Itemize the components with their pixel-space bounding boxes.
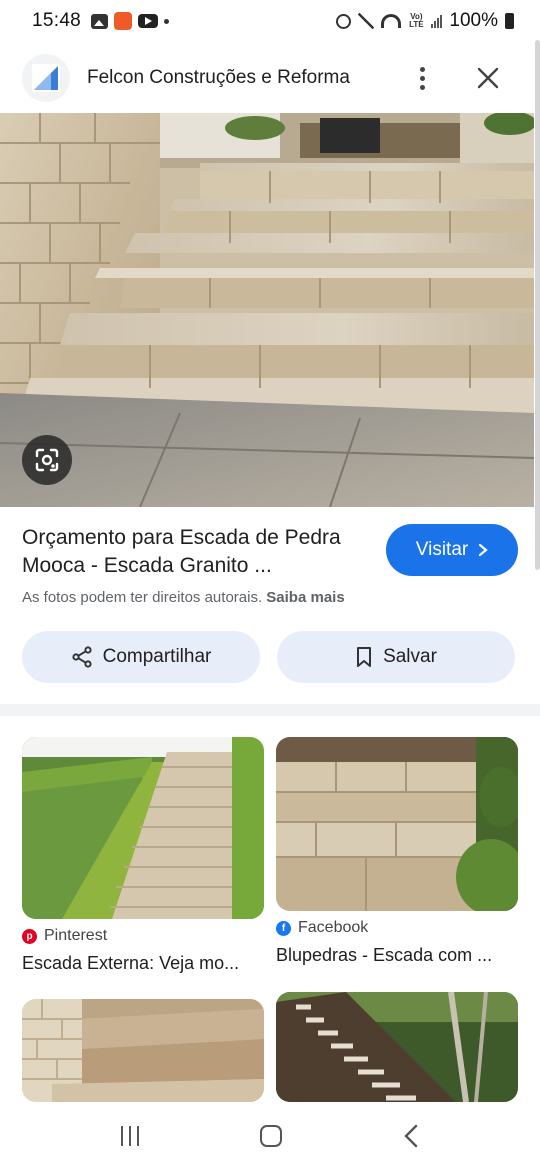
app-notification-icon [114, 12, 133, 30]
visit-button-label: Visitar [415, 539, 469, 560]
site-title[interactable]: Felcon Construções e Reforma [87, 67, 350, 89]
signal-icon [431, 14, 443, 28]
main-image[interactable] [0, 113, 534, 507]
facebook-icon: f [276, 920, 291, 936]
visit-button[interactable]: Visitar [386, 524, 518, 576]
viewer-header: Felcon Construções e Reforma [0, 42, 540, 114]
more-notifications-dot-icon [164, 18, 170, 24]
google-lens-icon[interactable] [22, 435, 72, 485]
learn-more-link[interactable]: Saiba mais [266, 589, 344, 606]
related-result-card[interactable]: p Pinterest Escada Externa: Veja mo... [22, 737, 264, 974]
related-result-card[interactable] [22, 999, 264, 1102]
related-title[interactable]: Blupedras - Escada com ... [276, 945, 518, 966]
related-thumbnail[interactable] [22, 999, 264, 1102]
related-source: f Facebook [276, 919, 518, 937]
section-divider [0, 704, 540, 716]
wifi-icon [381, 14, 402, 28]
system-nav-bar [0, 1102, 540, 1170]
stone-stairs-photo [0, 113, 534, 507]
battery-icon [505, 13, 514, 29]
close-icon[interactable] [468, 58, 508, 98]
system-status-icons: Vo) LTE 100% [336, 10, 514, 32]
related-source-name: Pinterest [44, 927, 108, 944]
home-icon[interactable] [259, 1125, 282, 1147]
share-icon [72, 646, 92, 668]
youtube-notification-icon [138, 14, 159, 28]
related-thumbnail[interactable] [22, 737, 264, 919]
share-button[interactable]: Compartilhar [22, 631, 260, 683]
pinterest-icon: p [22, 928, 37, 944]
result-title[interactable]: Orçamento para Escada de Pedra Mooca - E… [22, 524, 372, 580]
more-options-icon[interactable] [402, 60, 442, 96]
related-title[interactable]: Escada Externa: Veja mo... [22, 953, 264, 974]
copyright-notice: As fotos podem ter direitos autorais. Sa… [22, 589, 345, 606]
share-label: Compartilhar [102, 646, 212, 667]
save-label: Salvar [383, 646, 437, 667]
status-bar: 15:48 Vo) LTE 100% [0, 0, 540, 42]
status-time: 15:48 [32, 10, 82, 31]
related-thumbnail[interactable] [276, 737, 518, 911]
related-thumbnail[interactable] [276, 992, 518, 1102]
bookmark-icon [357, 647, 372, 667]
mute-icon [358, 13, 375, 29]
chevron-right-icon [479, 543, 488, 557]
related-source-name: Facebook [298, 919, 369, 936]
notification-icons [91, 12, 170, 30]
felcon-logo-icon[interactable] [22, 54, 70, 102]
related-source: p Pinterest [22, 927, 264, 945]
alarm-icon [336, 13, 352, 29]
copyright-text: As fotos podem ter direitos autorais. [22, 589, 263, 606]
battery-percent: 100% [449, 10, 498, 31]
related-result-card[interactable] [276, 992, 518, 1102]
scrollbar[interactable] [535, 40, 540, 570]
back-icon[interactable] [403, 1124, 419, 1148]
save-button[interactable]: Salvar [277, 631, 515, 683]
gallery-notification-icon [91, 13, 109, 29]
recent-apps-icon[interactable] [120, 1126, 139, 1146]
related-result-card[interactable]: f Facebook Blupedras - Escada com ... [276, 737, 518, 966]
volte-icon: Vo) LTE [409, 12, 424, 29]
